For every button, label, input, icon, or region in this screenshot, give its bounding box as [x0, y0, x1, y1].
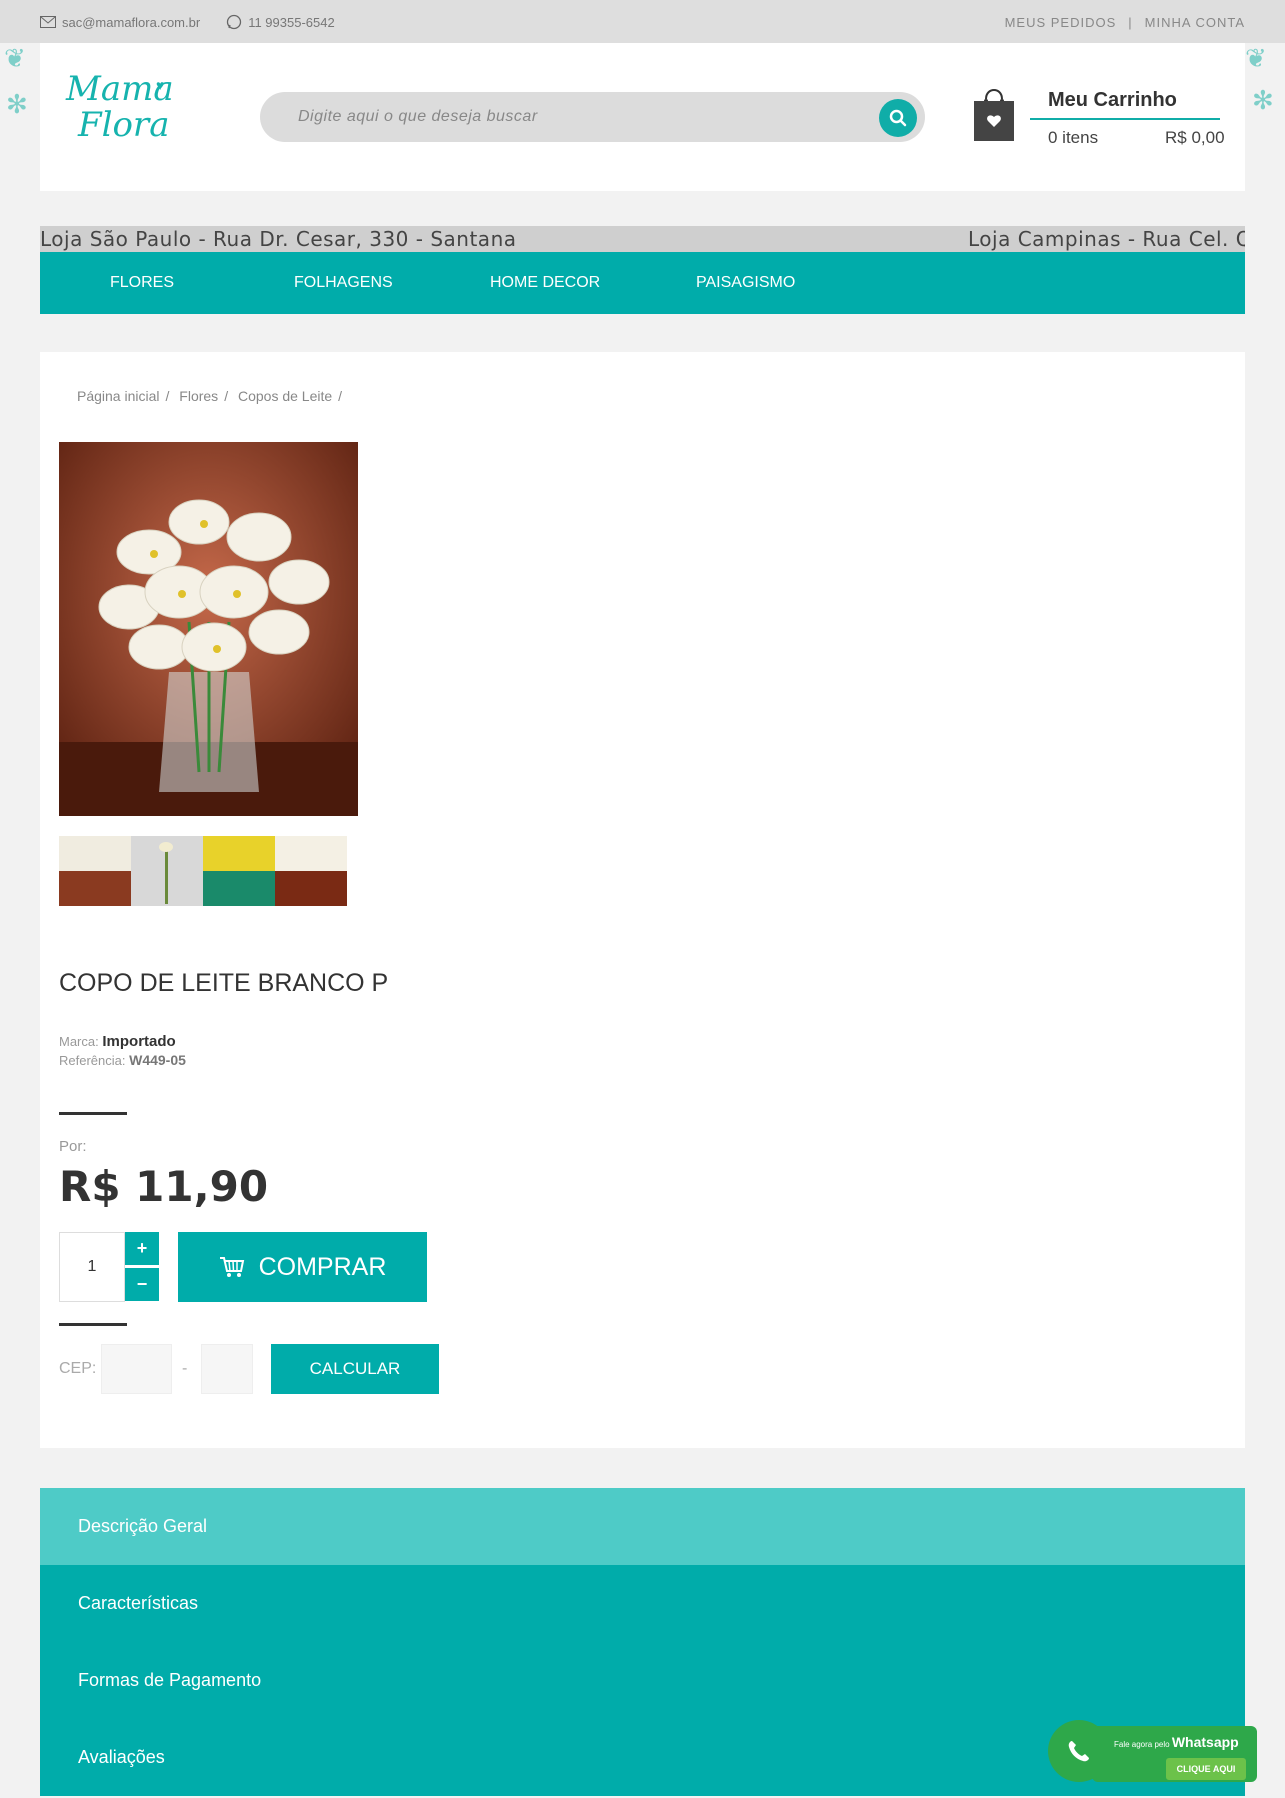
reference-label: Referência:: [59, 1053, 126, 1068]
quantity-input[interactable]: 1: [59, 1232, 125, 1302]
breadcrumb-flores[interactable]: Flores: [179, 388, 218, 404]
cep-field-suffix[interactable]: [201, 1344, 253, 1394]
whatsapp-phone-icon: [1048, 1720, 1110, 1782]
marquee-store-campinas: Loja Campinas - Rua Cel. Qu: [968, 227, 1245, 251]
cart-icon: [219, 1257, 244, 1277]
product-thumbnails: [59, 836, 347, 906]
buy-button-label: COMPRAR: [258, 1252, 387, 1281]
tab-formas-de-pagamento[interactable]: Formas de Pagamento: [40, 1642, 1245, 1719]
brand-label: Marca:: [59, 1034, 99, 1049]
whatsapp-pre-text: Fale agora pelo: [1114, 1740, 1170, 1749]
product-price: R$ 11,90: [59, 1162, 269, 1211]
cep-separator: -: [182, 1360, 188, 1377]
search-button[interactable]: [879, 99, 917, 137]
contact-email[interactable]: sac@mamaflora.com.br: [62, 15, 200, 30]
buy-button[interactable]: COMPRAR: [178, 1232, 427, 1302]
nav-item-paisagismo[interactable]: PAISAGISMO: [696, 274, 795, 292]
marquee-store-sao-paulo: Loja São Paulo - Rua Dr. Cesar, 330 - Sa…: [40, 227, 517, 251]
product-main-image[interactable]: [59, 442, 358, 816]
divider: [59, 1112, 127, 1115]
cart-item-count: 0 itens: [1048, 128, 1099, 147]
search-bar: [260, 92, 925, 142]
breadcrumb-home[interactable]: Página inicial: [77, 388, 160, 404]
nav-item-home-decor[interactable]: HOME DECOR: [490, 274, 600, 292]
site-logo[interactable]: Mama ♥ Flora: [48, 69, 174, 165]
whatsapp-icon: [227, 14, 242, 30]
whatsapp-text: Fale agora pelo Whatsapp: [1114, 1734, 1239, 1750]
divider: [59, 1323, 127, 1326]
product-card: Página inicial / Flores / Copos de Leite / …: [40, 352, 1245, 1448]
thumbnail[interactable]: [203, 836, 275, 906]
store-locations-marquee: Loja São Paulo - Rua Dr. Cesar, 330 - Sa…: [40, 226, 1245, 252]
main-nav: FLORES FOLHAGENS HOME DECOR PAISAGISMO: [40, 252, 1245, 314]
thumbnail[interactable]: [275, 836, 347, 906]
tab-caracteristicas[interactable]: Características: [40, 1565, 1245, 1642]
leaf-decoration-icon: ✻: [1252, 85, 1274, 115]
contact-phone[interactable]: 11 99355-6542: [248, 15, 335, 30]
tab-descricao-geral[interactable]: Descrição Geral: [40, 1488, 1245, 1565]
reference-value: W449-05: [129, 1052, 186, 1068]
logo-text-line2: Flora: [78, 105, 170, 145]
nav-item-flores[interactable]: FLORES: [110, 274, 174, 292]
search-input[interactable]: [298, 92, 858, 142]
search-icon: [889, 109, 907, 127]
product-meta: Marca: Importado Referência: W449-05: [59, 1032, 186, 1070]
price-label: Por:: [59, 1138, 87, 1155]
whatsapp-brand-text: Whatsapp: [1171, 1734, 1239, 1750]
breadcrumb-copos-de-leite[interactable]: Copos de Leite: [238, 388, 332, 404]
cep-label: CEP:: [59, 1360, 97, 1377]
thumbnail[interactable]: [131, 836, 203, 906]
top-bar: sac@mamaflora.com.br 11 99355-6542 MEUS …: [0, 0, 1285, 43]
quantity-decrement-button[interactable]: −: [125, 1268, 159, 1301]
header: ❦ ✻ ❦ ✻ Mama ♥ Flora Meu Carrinho 0 iten…: [4, 43, 1274, 191]
leaf-decoration-icon: ✻: [6, 89, 28, 119]
shopping-bag-icon[interactable]: [972, 81, 1016, 145]
cart-title[interactable]: Meu Carrinho: [1048, 89, 1177, 112]
heart-icon: ♥: [156, 77, 165, 93]
cart-total: R$ 0,00: [1165, 128, 1225, 147]
cep-field-prefix[interactable]: [101, 1344, 172, 1394]
topbar-separator: |: [1128, 15, 1133, 30]
leaf-decoration-icon: ❦: [4, 43, 26, 73]
whatsapp-chat-widget[interactable]: Fale agora pelo Whatsapp CLIQUE AQUI: [1048, 1720, 1258, 1782]
contact-info: sac@mamaflora.com.br 11 99355-6542: [40, 14, 335, 30]
calculate-shipping-button[interactable]: CALCULAR: [271, 1344, 439, 1394]
leaf-decoration-icon: ❦: [1245, 43, 1267, 73]
thumbnail[interactable]: [59, 836, 131, 906]
brand-value: Importado: [102, 1033, 176, 1050]
nav-item-folhagens[interactable]: FOLHAGENS: [294, 274, 393, 292]
whatsapp-cta-button[interactable]: CLIQUE AQUI: [1166, 1758, 1246, 1780]
my-account-link[interactable]: MINHA CONTA: [1145, 15, 1245, 30]
product-title: COPO DE LEITE BRANCO P: [59, 969, 389, 997]
mail-icon: [40, 16, 56, 28]
cart-divider: [1030, 118, 1220, 120]
quantity-increment-button[interactable]: +: [125, 1232, 159, 1265]
my-orders-link[interactable]: MEUS PEDIDOS: [1005, 15, 1117, 30]
breadcrumb: Página inicial / Flores / Copos de Leite /: [77, 388, 343, 404]
